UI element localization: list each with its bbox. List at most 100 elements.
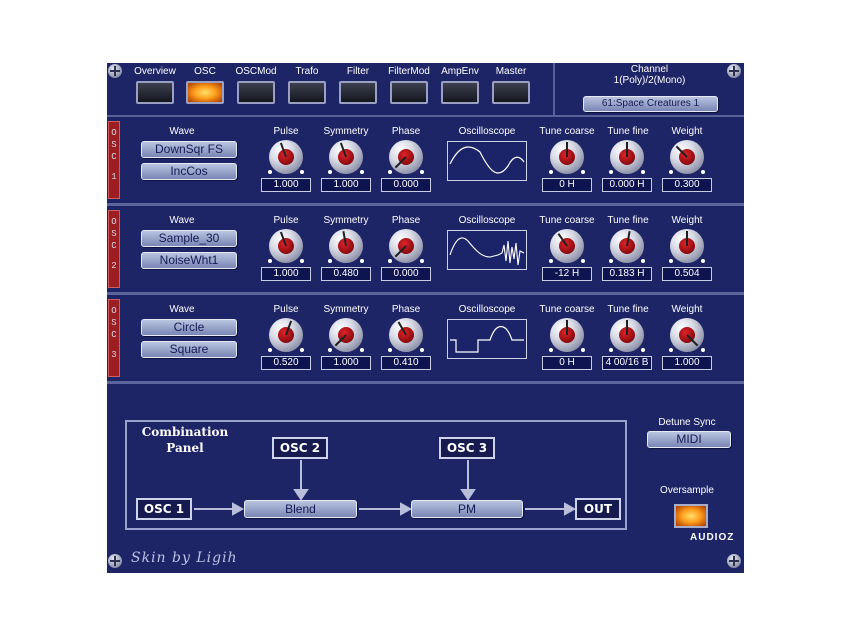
pulse-knob[interactable]	[268, 229, 304, 263]
tune-fine-value: 0.183 H	[602, 267, 652, 281]
tab-filtermod[interactable]: FilterMod	[385, 63, 433, 104]
tag-char: S	[111, 318, 117, 328]
tab-overview[interactable]: Overview	[131, 63, 179, 104]
oscilloscope-display	[447, 319, 527, 359]
tune-fine-value: 4 00/16 B	[602, 356, 652, 370]
osc-3-row: O S C 3 Wave Circle Square Pulse 0.520 S…	[107, 295, 744, 384]
tag-char: S	[111, 229, 117, 239]
tag-char: 3	[111, 350, 117, 360]
symmetry-label: Symmetry	[323, 215, 369, 226]
weight-value: 0.504	[662, 267, 712, 281]
detune-sync-label: Detune Sync	[658, 417, 716, 428]
wave-1-selector[interactable]: Circle	[141, 319, 237, 336]
tune-coarse-value: 0 H	[542, 178, 592, 192]
wave-1-selector[interactable]: DownSqr FS	[141, 141, 237, 158]
symmetry-label: Symmetry	[323, 126, 369, 137]
weight-label: Weight	[671, 126, 703, 137]
tab-master[interactable]: Master	[487, 63, 535, 104]
tune-coarse-label: Tune coarse	[539, 215, 595, 226]
weight-knob[interactable]	[669, 229, 705, 263]
weight-value: 0.300	[662, 178, 712, 192]
symmetry-value: 1.000	[321, 178, 371, 192]
pulse-value: 1.000	[261, 267, 311, 281]
pulse-label: Pulse	[273, 215, 299, 226]
wave-1-selector[interactable]: Sample_30	[141, 230, 237, 247]
tag-char: O	[111, 217, 117, 227]
tab-trafo[interactable]: Trafo	[283, 63, 331, 104]
tag-char: O	[111, 306, 117, 316]
tab-label: AmpEnv	[441, 66, 479, 77]
tune-coarse-knob[interactable]	[549, 229, 585, 263]
osc-2-row: O S C 2 Wave Sample_30 NoiseWht1 Pulse 1…	[107, 206, 744, 295]
detune-sync-selector[interactable]: MIDI	[647, 431, 731, 448]
out-block: OUT	[575, 498, 621, 520]
symmetry-knob[interactable]	[328, 318, 364, 352]
tab-filter[interactable]: Filter	[334, 63, 382, 104]
tab-osc[interactable]: OSC	[181, 63, 229, 104]
wave-2-selector[interactable]: NoiseWht1	[141, 252, 237, 269]
channel-title: Channel	[630, 64, 669, 75]
tab-oscmod[interactable]: OSCMod	[232, 63, 280, 104]
oscilloscope-display	[447, 141, 527, 181]
phase-knob[interactable]	[388, 229, 424, 263]
phase-knob[interactable]	[388, 140, 424, 174]
tune-coarse-knob[interactable]	[549, 140, 585, 174]
tab-label: FilterMod	[388, 66, 430, 77]
tune-coarse-value: -12 H	[542, 267, 592, 281]
phase-knob[interactable]	[388, 318, 424, 352]
weight-label: Weight	[671, 304, 703, 315]
tune-fine-label: Tune fine	[607, 304, 649, 315]
pulse-knob[interactable]	[268, 318, 304, 352]
tab-led-button[interactable]	[441, 81, 479, 104]
tab-ampenv[interactable]: AmpEnv	[436, 63, 484, 104]
pm-selector[interactable]: PM	[411, 500, 523, 518]
oscilloscope-label: Oscilloscope	[458, 304, 516, 315]
tab-led-button[interactable]	[136, 81, 174, 104]
tag-char: S	[111, 140, 117, 150]
weight-value: 1.000	[662, 356, 712, 370]
blend-selector[interactable]: Blend	[244, 500, 357, 518]
tab-led-button-active[interactable]	[186, 81, 224, 104]
tag-char: C	[111, 152, 117, 162]
combination-panel: Combination Panel OSC 2 OSC 3 OSC 1 Blen…	[125, 420, 627, 530]
tab-label: OSCMod	[235, 66, 277, 77]
tab-label: OSC	[194, 66, 216, 77]
pulse-knob[interactable]	[268, 140, 304, 174]
tune-fine-knob[interactable]	[609, 229, 645, 263]
phase-value: 0.410	[381, 356, 431, 370]
tab-led-button[interactable]	[390, 81, 428, 104]
osc-2-block: OSC 2	[272, 437, 328, 459]
oversample-toggle[interactable]	[674, 504, 708, 528]
tab-bar: Overview OSC OSCMod Trafo Filter FilterM…	[107, 63, 744, 117]
tune-fine-knob[interactable]	[609, 140, 645, 174]
tab-led-button[interactable]	[492, 81, 530, 104]
weight-knob[interactable]	[669, 140, 705, 174]
wave-2-selector[interactable]: Square	[141, 341, 237, 358]
tab-label: Master	[495, 66, 527, 77]
pulse-label: Pulse	[273, 304, 299, 315]
tune-coarse-label: Tune coarse	[539, 304, 595, 315]
osc-1-block: OSC 1	[136, 498, 192, 520]
tab-led-button[interactable]	[288, 81, 326, 104]
wave-2-selector[interactable]: IncCos	[141, 163, 237, 180]
tab-led-button[interactable]	[237, 81, 275, 104]
tune-coarse-label: Tune coarse	[539, 126, 595, 137]
tune-fine-knob[interactable]	[609, 318, 645, 352]
pulse-value: 0.520	[261, 356, 311, 370]
symmetry-knob[interactable]	[328, 229, 364, 263]
symmetry-value: 1.000	[321, 356, 371, 370]
tag-char: 2	[111, 261, 117, 271]
preset-selector[interactable]: 61:Space Creatures 1	[583, 96, 718, 112]
tune-fine-value: 0.000 H	[602, 178, 652, 192]
weight-label: Weight	[671, 215, 703, 226]
tab-label: Trafo	[295, 66, 319, 77]
tag-char: C	[111, 330, 117, 340]
oscilloscope-label: Oscilloscope	[458, 126, 516, 137]
wave-label: Wave	[169, 215, 195, 226]
tab-led-button[interactable]	[339, 81, 377, 104]
weight-knob[interactable]	[669, 318, 705, 352]
phase-value: 0.000	[381, 267, 431, 281]
tag-char: C	[111, 241, 117, 251]
symmetry-knob[interactable]	[328, 140, 364, 174]
tune-coarse-knob[interactable]	[549, 318, 585, 352]
